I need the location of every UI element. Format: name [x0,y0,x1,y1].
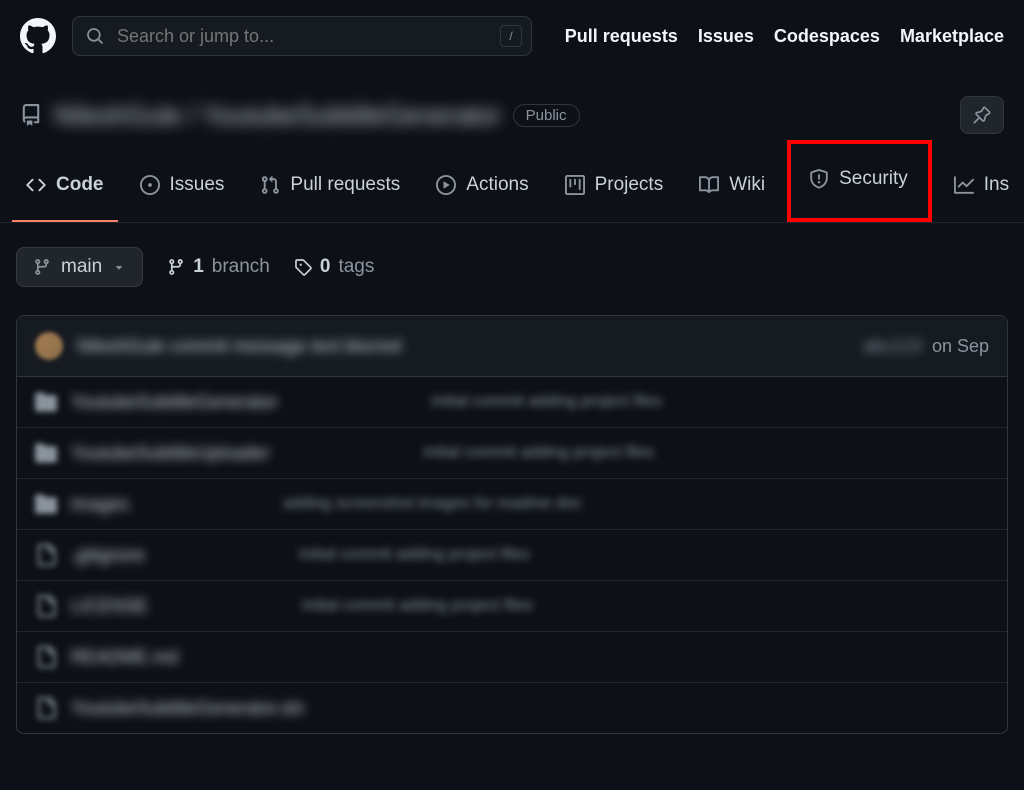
nav-issues[interactable]: Issues [698,26,754,47]
file-commit-msg: initial commit adding project files [299,546,989,564]
tab-pull-requests[interactable]: Pull requests [246,158,414,222]
folder-icon [35,493,57,515]
nav-marketplace[interactable]: Marketplace [900,26,1004,47]
slash-key-hint: / [500,25,522,47]
repo-name[interactable]: NileshGule / YoutubeSubtitleGenerator [54,100,501,131]
projects-icon [565,175,585,195]
commit-hash: abc123 [863,336,922,357]
tab-issues[interactable]: Issues [126,158,239,222]
tab-label: Projects [595,174,664,196]
tab-label: Issues [170,174,225,196]
tab-code[interactable]: Code [12,158,118,222]
tab-label: Code [56,174,104,196]
file-commit-msg: initial commit adding project files [424,444,990,462]
commit-author-message: NileshGule commit message text blurred [77,336,401,357]
tab-label: Ins [984,174,1009,196]
file-name: README.md [71,647,178,668]
pin-icon [973,106,991,124]
tab-wiki[interactable]: Wiki [685,158,779,222]
file-name: images [71,494,129,515]
branch-select-button[interactable]: main [16,247,143,287]
tags-link[interactable]: 0 tags [294,256,375,278]
code-icon [26,175,46,195]
commit-meta: abc123 on Sep [863,336,989,357]
file-row[interactable]: YoutubeSubtitleGenerator.sln [17,683,1007,733]
github-logo[interactable] [20,18,56,54]
file-row[interactable]: images adding screenshot images for read… [17,479,1007,530]
repo-icon [20,104,42,126]
file-name: .gitignore [71,545,145,566]
tab-security[interactable]: Security [787,140,932,222]
file-row[interactable]: YoutubeSubtitleUploader initial commit a… [17,428,1007,479]
tab-actions[interactable]: Actions [422,158,542,222]
search-container: / [72,16,532,56]
tag-icon [294,258,312,276]
repo-tabs: Code Issues Pull requests Actions Projec… [0,134,1024,223]
global-nav-links: Pull requests Issues Codespaces Marketpl… [565,26,1004,47]
visibility-badge: Public [513,104,580,127]
actions-icon [436,175,456,195]
tab-label: Actions [466,174,528,196]
file-icon [35,646,57,668]
file-name: YoutubeSubtitleGenerator [71,392,278,413]
file-listing: NileshGule commit message text blurred a… [16,315,1008,734]
file-commit-msg: initial commit adding project files [302,597,989,615]
search-input[interactable] [72,16,532,56]
file-name: YoutubeSubtitleGenerator.sln [71,698,305,719]
file-icon [35,544,57,566]
folder-icon [35,391,57,413]
shield-icon [809,169,829,189]
file-name: LICENSE [71,596,148,617]
nav-codespaces[interactable]: Codespaces [774,26,880,47]
issues-icon [140,175,160,195]
latest-commit-row[interactable]: NileshGule commit message text blurred a… [17,316,1007,377]
branch-label: branch [212,256,270,278]
repo-header: NileshGule / YoutubeSubtitleGenerator Pu… [0,72,1024,134]
file-commit-msg: adding screenshot images for readme doc [283,495,989,513]
chevron-down-icon [112,260,126,274]
branch-icon [167,258,185,276]
tag-label: tags [338,256,374,278]
tab-label: Security [839,168,908,190]
folder-icon [35,442,57,464]
search-icon [86,27,104,45]
file-icon [35,595,57,617]
pin-button[interactable] [960,96,1004,134]
avatar [35,332,63,360]
branch-count: 1 [193,256,204,278]
nav-pull-requests[interactable]: Pull requests [565,26,678,47]
wiki-icon [699,175,719,195]
file-name: YoutubeSubtitleUploader [71,443,270,464]
branches-link[interactable]: 1 branch [167,256,270,278]
file-icon [35,697,57,719]
branch-name: main [61,256,102,278]
insights-icon [954,175,974,195]
tab-projects[interactable]: Projects [551,158,678,222]
file-commit-msg: initial commit adding project files [432,393,990,411]
file-row[interactable]: README.md [17,632,1007,683]
commit-date: on Sep [932,336,989,357]
tag-count: 0 [320,256,331,278]
tab-label: Pull requests [290,174,400,196]
branch-icon [33,258,51,276]
global-header: / Pull requests Issues Codespaces Market… [0,0,1024,72]
file-toolbar: main 1 branch 0 tags [16,247,1008,287]
pr-icon [260,175,280,195]
tab-insights[interactable]: Ins [940,158,1023,222]
file-row[interactable]: .gitignore initial commit adding project… [17,530,1007,581]
repo-content: main 1 branch 0 tags NileshGule commit m… [0,223,1024,734]
tab-label: Wiki [729,174,765,196]
file-row[interactable]: LICENSE initial commit adding project fi… [17,581,1007,632]
file-row[interactable]: YoutubeSubtitleGenerator initial commit … [17,377,1007,428]
